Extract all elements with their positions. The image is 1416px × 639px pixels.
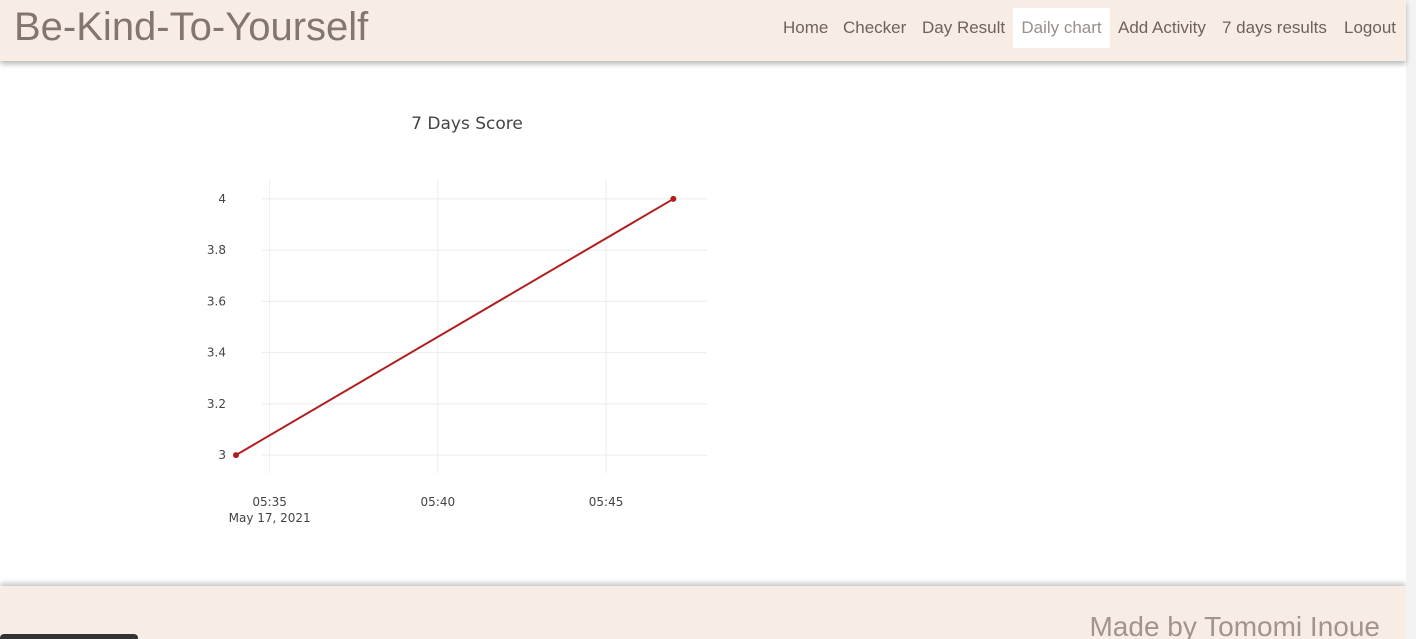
- data-point: [233, 452, 239, 459]
- x-tick-label: 05:40: [421, 495, 456, 509]
- x-tick-label: 05:45: [589, 495, 624, 509]
- footer-credit: Made by Tomomi Inoue: [1089, 611, 1380, 639]
- series-line: [235, 198, 674, 456]
- y-tick-label: 3.2: [207, 397, 226, 411]
- x-tick-date-label: May 17, 2021: [229, 511, 311, 525]
- line-chart: 3 3.2 3.4 3.6 3.8 4 05:35 05:40 05:45 May 17, 202…: [207, 181, 707, 525]
- nav-daily-chart[interactable]: Daily chart: [1013, 8, 1110, 48]
- y-tick-label: 4: [218, 192, 226, 206]
- chart-area: 7 Days Score 3 3.2 3.4 3.6 3.8 4 05:35 05:40 05:…: [0, 61, 1406, 586]
- page-scrollbar[interactable]: [1406, 0, 1416, 639]
- x-tick-label: 05:35: [252, 495, 287, 509]
- navbar: Be-Kind-To-Yourself Home Checker Day Res…: [0, 0, 1406, 61]
- nav-7-days-results[interactable]: 7 days results: [1222, 8, 1327, 48]
- data-point: [670, 195, 677, 202]
- nav-home[interactable]: Home: [783, 8, 828, 48]
- footer: Made by Tomomi Inoue: [0, 586, 1406, 639]
- nav-logout[interactable]: Logout: [1344, 8, 1396, 48]
- nav-add-activity[interactable]: Add Activity: [1118, 8, 1206, 48]
- nav-checker[interactable]: Checker: [843, 8, 906, 48]
- nav-day-result[interactable]: Day Result: [922, 8, 1005, 48]
- brand-logo[interactable]: Be-Kind-To-Yourself: [14, 5, 368, 50]
- y-tick-label: 3: [218, 448, 226, 462]
- y-tick-label: 3.8: [207, 243, 226, 257]
- y-tick-label: 3.4: [207, 346, 226, 360]
- y-tick-label: 3.6: [207, 294, 226, 308]
- bottom-overlay-bar: [0, 634, 138, 639]
